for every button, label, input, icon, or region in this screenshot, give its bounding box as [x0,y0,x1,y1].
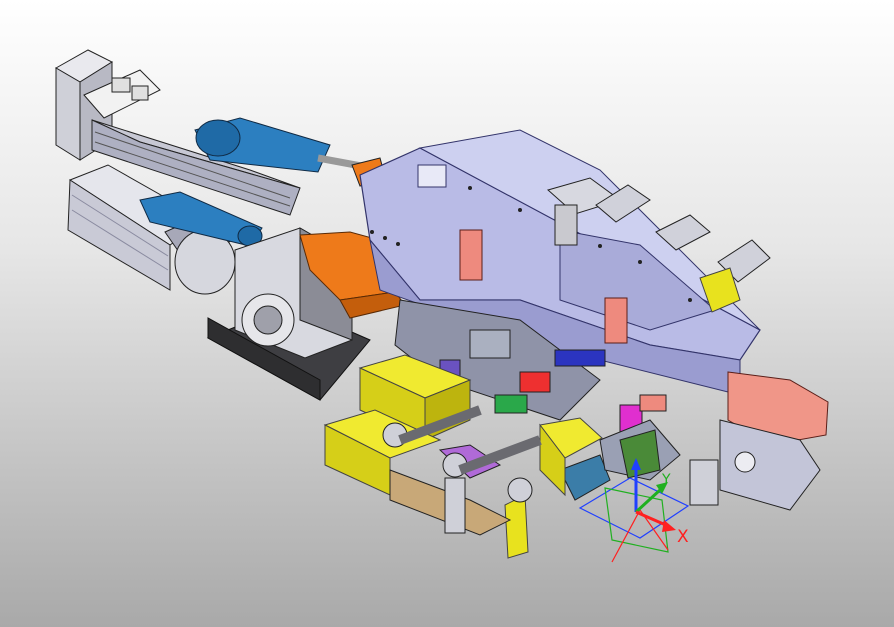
y-axis-label: Y [661,472,671,488]
lower-base-plate[interactable] [389,469,512,536]
machine-assembly-model[interactable]: X Y [0,0,894,627]
x-axis-label: X [677,527,689,547]
cad-3d-viewport[interactable]: X Y [0,0,894,627]
